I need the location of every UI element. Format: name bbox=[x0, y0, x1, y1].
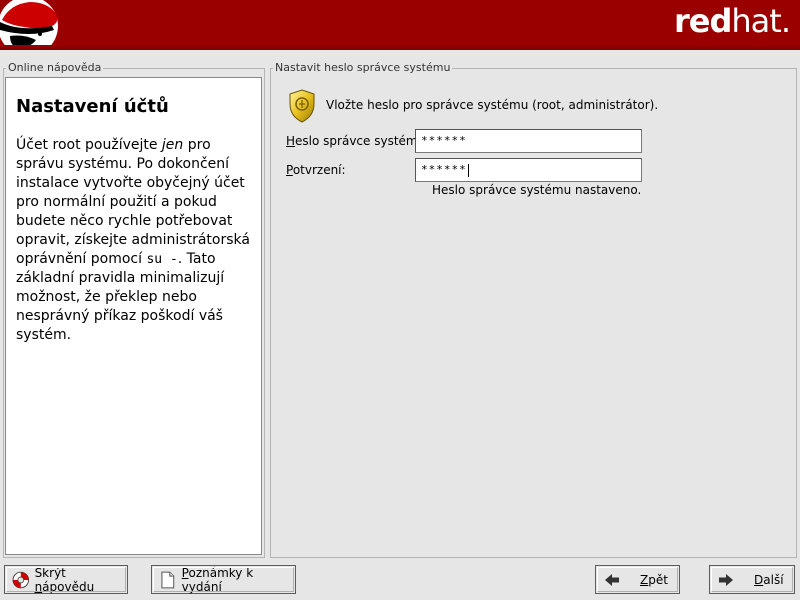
shadowman-logo-icon bbox=[0, 0, 58, 50]
password-input[interactable]: ****** bbox=[415, 129, 642, 153]
intro-row: Vložte heslo pro správce systému (root, … bbox=[286, 88, 686, 124]
release-notes-label: Poznámky k vydání bbox=[181, 565, 254, 594]
help-title: Nastavení účtů bbox=[16, 96, 169, 117]
intro-text: Vložte heslo pro správce systému (root, … bbox=[326, 98, 659, 112]
document-icon bbox=[161, 571, 175, 588]
lifebuoy-icon bbox=[12, 571, 30, 588]
confirm-input[interactable]: ****** bbox=[415, 158, 642, 182]
password-status: Heslo správce systému nastaveno. bbox=[432, 183, 642, 197]
redhat-brand: redhat. bbox=[674, 2, 791, 40]
help-panel[interactable]: Nastavení účtů Účet root používejte jen … bbox=[5, 77, 262, 555]
hide-help-button[interactable]: Skrýt nápovědu bbox=[4, 565, 128, 594]
text-caret bbox=[467, 163, 469, 177]
arrow-right-icon bbox=[719, 573, 733, 586]
key-shield-icon bbox=[289, 89, 315, 123]
help-frame-label: Online nápověda bbox=[6, 61, 104, 74]
confirm-label: Potvrzení: bbox=[286, 163, 346, 177]
back-label: Zpět bbox=[640, 572, 668, 587]
password-label: Heslo správce systému: bbox=[286, 134, 430, 148]
header-banner: redhat. bbox=[0, 0, 800, 50]
root-password-frame-label: Nastavit heslo správce systému bbox=[273, 61, 453, 74]
banner-shadow bbox=[0, 45, 800, 50]
arrow-left-icon bbox=[605, 573, 619, 586]
hide-help-label: Skrýt nápovědu bbox=[34, 565, 95, 594]
next-label: Další bbox=[754, 572, 784, 587]
help-text: Účet root používejte jen pro správu syst… bbox=[16, 137, 250, 343]
release-notes-button[interactable]: Poznámky k vydání bbox=[151, 565, 296, 594]
next-button[interactable]: Další bbox=[709, 565, 795, 594]
back-button[interactable]: Zpět bbox=[595, 565, 680, 594]
